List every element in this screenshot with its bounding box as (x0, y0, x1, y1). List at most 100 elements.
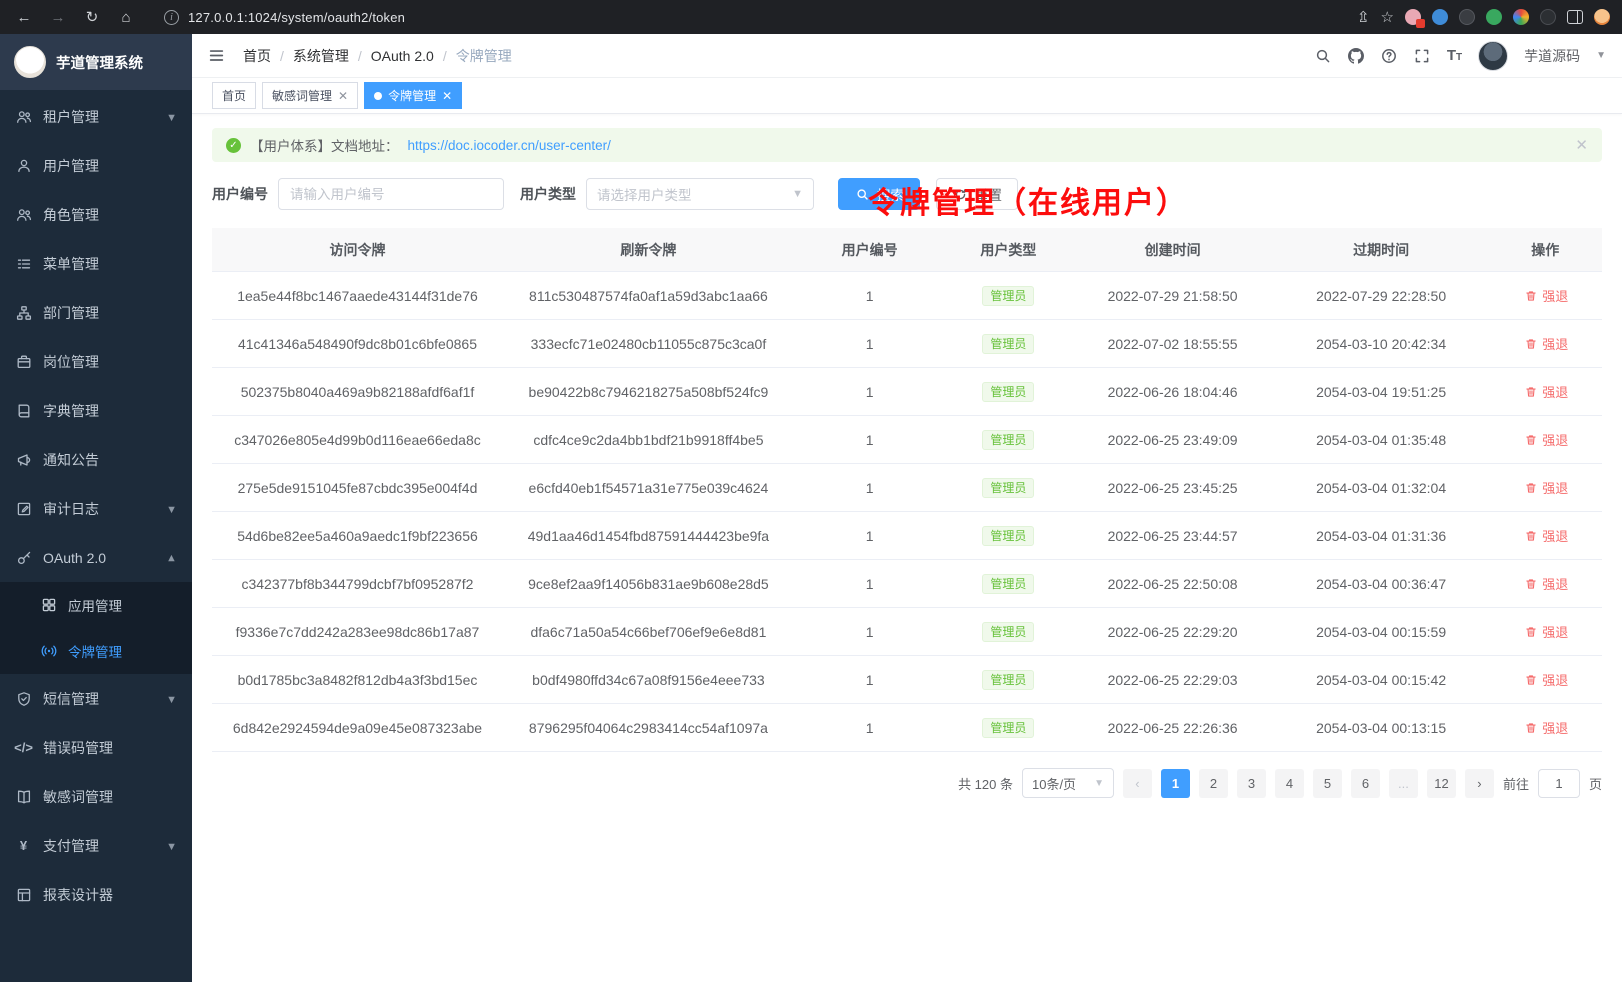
sidebar-item-report[interactable]: 报表设计器 (0, 870, 192, 919)
sidebar-item-user[interactable]: 用户管理 (0, 141, 192, 190)
bookmark-star-icon[interactable]: ☆ (1381, 8, 1394, 26)
actions-cell: 强退 (1489, 670, 1602, 689)
access-token-cell: c347026e805e4d99b0d116eae66eda8c (212, 432, 503, 448)
force-logout-button[interactable]: 强退 (1522, 670, 1568, 689)
user-type-select[interactable]: 请选择用户类型 ▼ (586, 178, 814, 210)
expire-time-cell: 2054-03-04 00:15:42 (1274, 672, 1489, 688)
sidebar-item-label: 通知公告 (43, 450, 99, 470)
banner-close-icon[interactable]: ✕ (1575, 136, 1588, 154)
force-logout-button[interactable]: 强退 (1522, 286, 1568, 305)
tab-label: 令牌管理 (388, 87, 436, 104)
user-type-cell: 管理员 (945, 622, 1071, 642)
admin-badge: 管理员 (982, 670, 1034, 690)
access-token-cell: 41c41346a548490f9dc8b01c6bfe0865 (212, 336, 503, 352)
prev-page-button[interactable]: ‹ (1123, 769, 1152, 798)
sidebar-item-menu[interactable]: 菜单管理 (0, 239, 192, 288)
force-logout-button[interactable]: 强退 (1522, 574, 1568, 593)
extension-icon-5[interactable] (1513, 9, 1529, 25)
profile-avatar-icon[interactable] (1594, 9, 1610, 25)
font-size-icon[interactable]: TT (1447, 47, 1462, 64)
force-logout-button[interactable]: 强退 (1522, 430, 1568, 449)
extensions-puzzle-icon[interactable] (1540, 9, 1556, 25)
fullscreen-icon[interactable] (1414, 47, 1431, 64)
extension-icon-3[interactable] (1459, 9, 1475, 25)
sidebar-item-app[interactable]: 应用管理 (0, 582, 192, 628)
goto-page-input[interactable] (1538, 769, 1580, 798)
user-id-label: 用户编号 (212, 184, 268, 204)
reload-icon[interactable]: ↻ (80, 5, 104, 29)
page-button-3[interactable]: 3 (1237, 769, 1266, 798)
sidebar-item-token[interactable]: 令牌管理 (0, 628, 192, 674)
forward-icon[interactable]: → (46, 5, 70, 29)
doc-link[interactable]: https://doc.iocoder.cn/user-center/ (408, 138, 611, 153)
force-logout-button[interactable]: 强退 (1522, 526, 1568, 545)
tab-close-icon[interactable]: ✕ (338, 89, 348, 103)
tenant-icon (15, 108, 32, 125)
site-info-icon[interactable]: i (164, 10, 179, 25)
page-button-4[interactable]: 4 (1275, 769, 1304, 798)
sidebar-item-label: 菜单管理 (43, 254, 99, 274)
sidebar-item-oauth[interactable]: OAuth 2.0▼ (0, 533, 192, 582)
force-logout-button[interactable]: 强退 (1522, 334, 1568, 353)
back-icon[interactable]: ← (12, 5, 36, 29)
page-button-5[interactable]: 5 (1313, 769, 1342, 798)
tab-close-icon[interactable]: ✕ (442, 89, 452, 103)
delete-icon (1522, 575, 1539, 592)
collapse-menu-icon[interactable] (208, 47, 225, 64)
chevron-down-icon[interactable]: ▼ (1596, 50, 1606, 61)
extension-icon-1[interactable] (1405, 9, 1421, 25)
page-button-2[interactable]: 2 (1199, 769, 1228, 798)
tab-sensitive[interactable]: 敏感词管理 ✕ (262, 82, 358, 109)
goto-suffix: 页 (1589, 774, 1602, 793)
chevron-up-icon: ▼ (166, 552, 177, 564)
next-page-button[interactable]: › (1465, 769, 1494, 798)
breadcrumb-item[interactable]: 令牌管理 (456, 46, 512, 66)
expire-time-cell: 2054-03-04 00:36:47 (1274, 576, 1489, 592)
page-button-...[interactable]: ... (1389, 769, 1418, 798)
sidebar-item-sms[interactable]: 短信管理▼ (0, 674, 192, 723)
share-icon[interactable]: ⇫ (1357, 8, 1370, 26)
sidebar-item-tenant[interactable]: 租户管理▼ (0, 92, 192, 141)
address-bar[interactable]: i 127.0.0.1:1024/system/oauth2/token (148, 10, 1347, 25)
tab-home[interactable]: 首页 (212, 82, 256, 109)
sidebar-item-notice[interactable]: 通知公告 (0, 435, 192, 484)
force-logout-button[interactable]: 强退 (1522, 718, 1568, 737)
extension-icon-4[interactable] (1486, 9, 1502, 25)
breadcrumb-item[interactable]: OAuth 2.0 (371, 48, 434, 64)
search-button[interactable]: 搜索 (838, 178, 920, 210)
breadcrumb-item[interactable]: 系统管理 (293, 46, 349, 66)
force-logout-button[interactable]: 强退 (1522, 478, 1568, 497)
breadcrumb-item[interactable]: 首页 (243, 46, 271, 66)
page-button-6[interactable]: 6 (1351, 769, 1380, 798)
admin-badge: 管理员 (982, 622, 1034, 642)
help-icon[interactable] (1381, 47, 1398, 64)
expire-time-cell: 2022-07-29 22:28:50 (1274, 288, 1489, 304)
sidebar-item-audit[interactable]: 审计日志▼ (0, 484, 192, 533)
sidebar-item-sensitive[interactable]: 敏感词管理 (0, 772, 192, 821)
user-avatar[interactable] (1478, 41, 1508, 71)
reset-button[interactable]: 重置 (936, 178, 1018, 210)
github-icon[interactable] (1348, 47, 1365, 64)
force-logout-button[interactable]: 强退 (1522, 382, 1568, 401)
sidebar-item-label: 用户管理 (43, 156, 99, 176)
search-icon[interactable] (1315, 47, 1332, 64)
page-button-1[interactable]: 1 (1161, 769, 1190, 798)
sidebar-item-dept[interactable]: 部门管理 (0, 288, 192, 337)
user-id-input[interactable] (278, 178, 504, 210)
tab-token[interactable]: 令牌管理 ✕ (364, 82, 462, 109)
sidebar-item-role[interactable]: 角色管理 (0, 190, 192, 239)
extension-icon-2[interactable] (1432, 9, 1448, 25)
page-size-select[interactable]: 10条/页 ▼ (1022, 768, 1114, 798)
sidebar-item-pay[interactable]: ¥支付管理▼ (0, 821, 192, 870)
sidebar-item-errcode[interactable]: </>错误码管理 (0, 723, 192, 772)
tab-label: 敏感词管理 (272, 87, 332, 104)
sidebar-item-dict[interactable]: 字典管理 (0, 386, 192, 435)
home-icon[interactable]: ⌂ (114, 5, 138, 29)
sidebar-item-post[interactable]: 岗位管理 (0, 337, 192, 386)
app-logo-area[interactable]: 芋道管理系统 (0, 34, 192, 90)
extension-badge (1416, 19, 1425, 28)
sidebar-panel-icon[interactable] (1567, 10, 1583, 24)
force-logout-button[interactable]: 强退 (1522, 622, 1568, 641)
page-button-12[interactable]: 12 (1427, 769, 1456, 798)
table-row: b0d1785bc3a8482f812db4a3f3bd15ecb0df4980… (212, 656, 1602, 704)
